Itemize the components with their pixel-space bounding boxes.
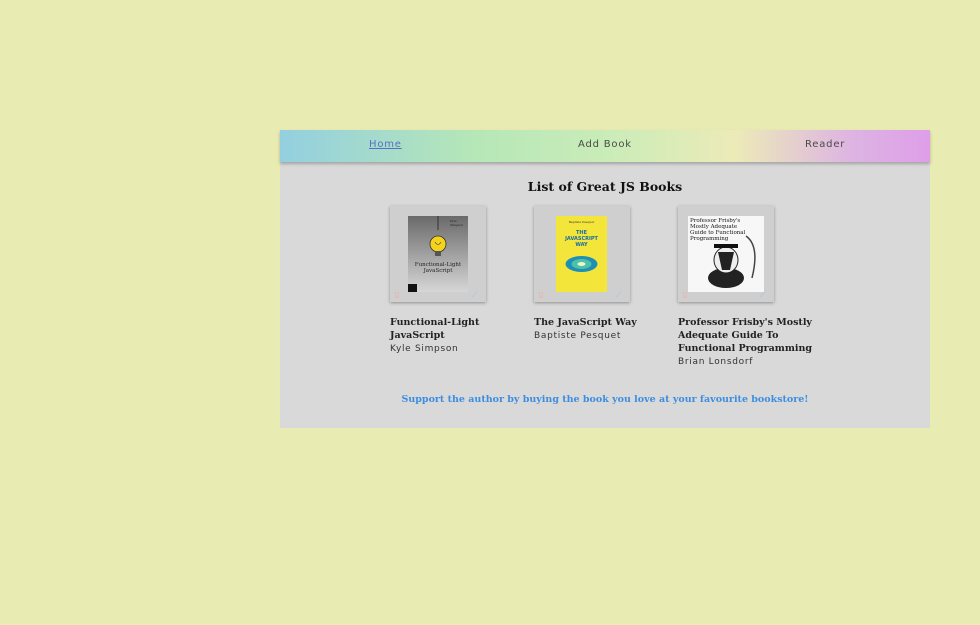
- galaxy-icon: [556, 216, 607, 292]
- support-author-link[interactable]: Support the author by buying the book yo…: [280, 394, 930, 405]
- book-author: Brian Lonsdorf: [678, 357, 754, 367]
- nav-bar: Home Add Book Reader: [280, 130, 930, 162]
- cover-title: THE JAVASCRIPT WAY: [556, 230, 607, 248]
- nav-reader-link[interactable]: Reader: [805, 139, 845, 150]
- delete-icon[interactable]: ▯: [539, 291, 544, 299]
- book-title: The JavaScript Way: [534, 317, 637, 328]
- nav-home-link[interactable]: Home: [369, 139, 402, 150]
- cover-title: Professor Frisby's Mostly Adequate Guide…: [690, 218, 746, 242]
- book-card: Professor Frisby's Mostly Adequate Guide…: [678, 206, 818, 367]
- book-title: Functional-Light JavaScript: [390, 317, 480, 341]
- book-title: Professor Frisby's Mostly Adequate Guide…: [678, 317, 813, 354]
- book-cover-frame[interactable]: Baptiste Pesquet THE JAVASCRIPT WAY ▯ ⟋: [534, 206, 630, 302]
- page-title: List of Great JS Books: [527, 179, 683, 194]
- book-cover-frame[interactable]: Professor Frisby's Mostly Adequate Guide…: [678, 206, 774, 302]
- cover-title: Functional-Light JavaScript: [408, 262, 468, 274]
- edit-icon[interactable]: ⟋: [616, 291, 625, 299]
- cover-title-line: JavaScript: [423, 268, 453, 274]
- book-cover: Baptiste Pesquet THE JAVASCRIPT WAY: [556, 216, 607, 292]
- cover-author: Baptiste Pesquet: [568, 220, 595, 224]
- book-author: Baptiste Pesquet: [534, 331, 622, 341]
- book-cover: Professor Frisby's Mostly Adequate Guide…: [688, 216, 764, 292]
- book-card: Kyle Simpson Functional-Light JavaScript…: [390, 206, 530, 354]
- app-container: Home Add Book Reader List of Great JS Bo…: [280, 130, 930, 428]
- nav-add-book-link[interactable]: Add Book: [578, 139, 632, 150]
- edit-icon[interactable]: ⟋: [472, 291, 481, 299]
- book-cover-frame[interactable]: Kyle Simpson Functional-Light JavaScript…: [390, 206, 486, 302]
- cover-author: Kyle Simpson: [450, 219, 464, 227]
- lightbulb-icon: [408, 216, 468, 292]
- book-cover: Kyle Simpson Functional-Light JavaScript: [408, 216, 468, 292]
- book-card: Baptiste Pesquet THE JAVASCRIPT WAY ▯ ⟋ …: [534, 206, 674, 341]
- delete-icon[interactable]: ▯: [683, 291, 688, 299]
- delete-icon[interactable]: ▯: [395, 291, 400, 299]
- edit-icon[interactable]: ⟋: [760, 291, 769, 299]
- book-author: Kyle Simpson: [390, 344, 459, 354]
- cover-title-line: WAY: [575, 242, 588, 248]
